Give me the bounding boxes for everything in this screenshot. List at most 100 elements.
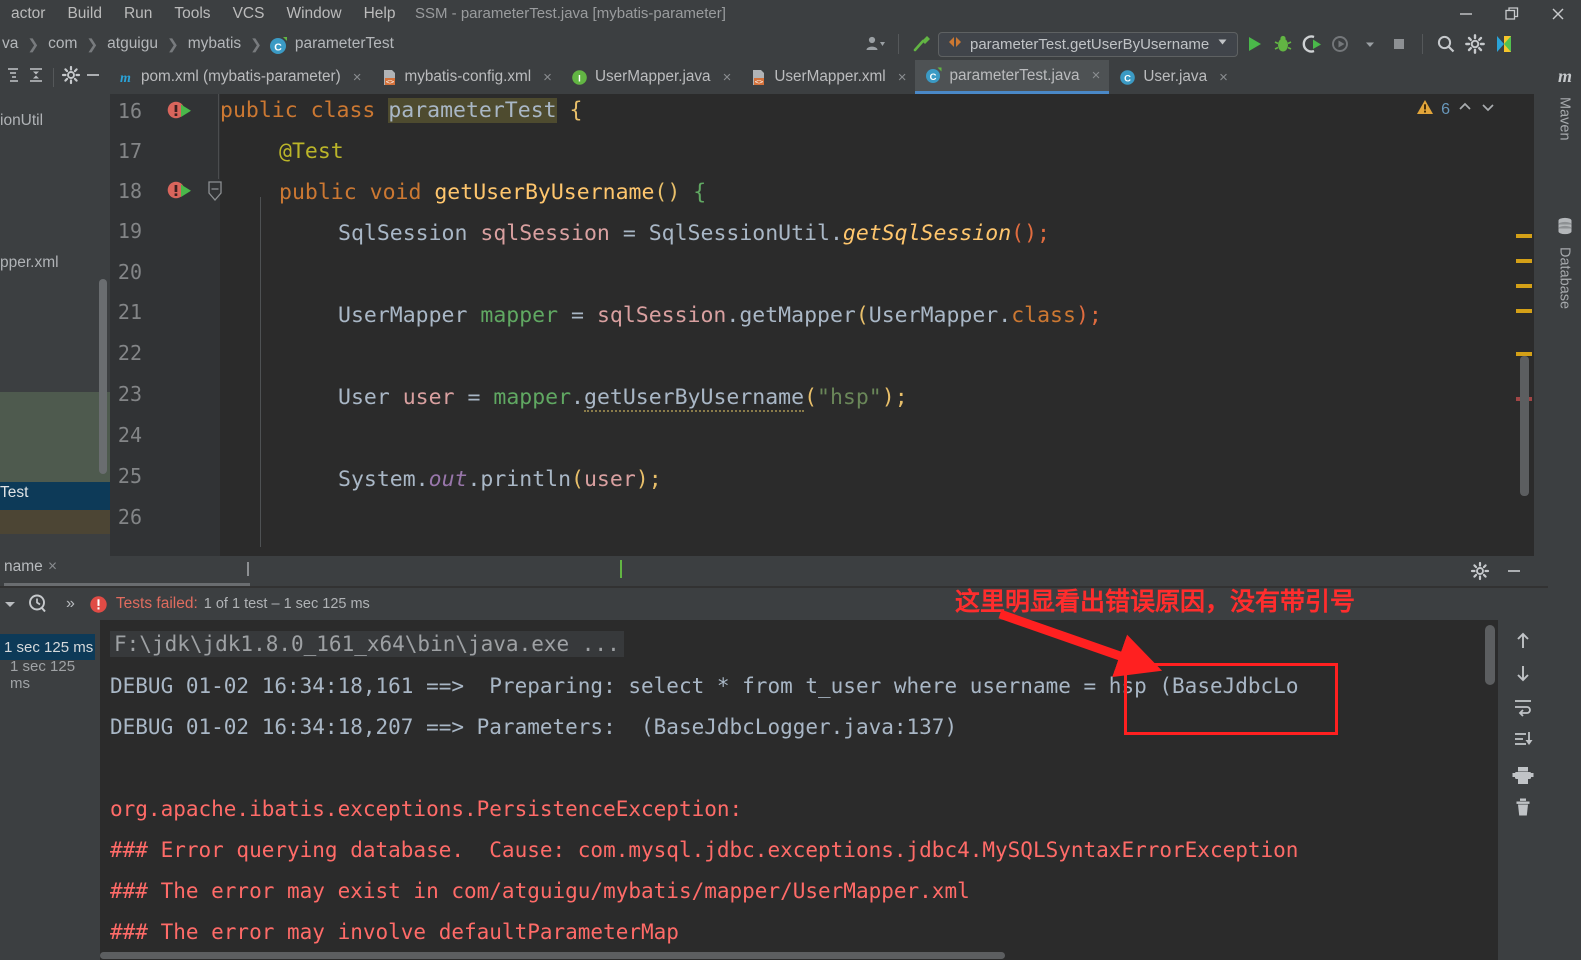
gear-icon[interactable] — [1462, 31, 1488, 57]
warning-marker[interactable] — [1516, 284, 1532, 288]
warning-marker[interactable] — [1516, 259, 1532, 263]
test-results-tree[interactable]: 1 sec 125 ms 1 sec 125 ms — [0, 620, 95, 692]
method-getuserbyusername: getUserByUsername — [434, 180, 655, 205]
gear-icon[interactable] — [61, 65, 81, 90]
close-icon[interactable]: × — [353, 69, 362, 86]
right-tool-window-bar[interactable]: m Maven Database — [1548, 60, 1581, 960]
menu-item-refactor[interactable]: actor — [0, 3, 56, 25]
project-tree-panel[interactable]: ionUtil pper.xml Test — [0, 94, 110, 556]
console-side-toolbar[interactable] — [1498, 620, 1548, 960]
minimize-icon[interactable] — [1443, 0, 1489, 28]
java-test-class-icon: C — [925, 67, 942, 84]
editor-tab-parametertest-java[interactable]: C parameterTest.java × — [915, 60, 1110, 94]
tool-window-maven[interactable]: m Maven — [1548, 65, 1581, 141]
console-command-line: F:\jdk\jdk1.8.0_161_x64\bin\java.exe ... — [110, 631, 624, 657]
run-configuration-toolbar[interactable]: parameterTest.getUserByUsername — [862, 28, 1517, 60]
type-usermapper: UserMapper — [338, 303, 468, 328]
code-content[interactable]: public class parameterTest { @Test publi… — [220, 94, 1514, 556]
menu-item-help[interactable]: Help — [353, 3, 407, 25]
close-icon[interactable]: × — [48, 558, 57, 576]
warning-triangle-icon — [1416, 98, 1434, 121]
svg-text:m: m — [1557, 66, 1571, 86]
soft-wrap-icon[interactable] — [1508, 692, 1538, 722]
editor-inspection-status[interactable]: 6 — [1416, 98, 1496, 121]
menu-item-window[interactable]: Window — [275, 3, 352, 25]
profiler-icon[interactable] — [1328, 31, 1354, 57]
tab-toolbar[interactable] — [0, 60, 107, 94]
menu-item-tools[interactable]: Tools — [163, 3, 221, 25]
chevron-up-icon[interactable] — [1457, 99, 1473, 120]
breadcrumb-item-parameterTest[interactable]: parameterTest — [293, 35, 396, 53]
project-scrollbar[interactable] — [99, 279, 107, 474]
delete-trash-icon[interactable] — [1508, 792, 1538, 822]
expand-all-icon[interactable] — [26, 65, 46, 90]
editor-tab-mybatis-config[interactable]: <> mybatis-config.xml × — [371, 60, 561, 94]
menu-item-run[interactable]: Run — [113, 3, 163, 25]
run-panel-tab-label[interactable]: name — [4, 558, 43, 576]
scroll-up-icon[interactable] — [1508, 626, 1538, 656]
operator-eq: = — [622, 221, 636, 246]
collapse-all-icon[interactable] — [4, 65, 24, 90]
editor-tab-usermapper-java[interactable]: I UserMapper.java × — [561, 60, 740, 94]
close-icon[interactable]: × — [898, 69, 907, 86]
console-horizontal-scrollbar[interactable] — [100, 952, 1005, 959]
close-icon[interactable]: × — [1092, 67, 1101, 84]
minimize-icon[interactable] — [1504, 561, 1524, 586]
hammer-build-icon[interactable] — [909, 31, 935, 57]
stop-square-icon[interactable] — [1386, 31, 1412, 57]
console-bottom-scroll-track[interactable] — [100, 950, 1498, 960]
test-tree-row[interactable]: 1 sec 125 ms — [0, 658, 95, 692]
breadcrumb-item-va[interactable]: va — [0, 35, 20, 53]
project-item-usermapper-xml[interactable]: pper.xml — [0, 254, 59, 272]
restore-icon[interactable] — [1489, 0, 1535, 28]
test-history-icon[interactable] — [26, 592, 50, 616]
search-icon[interactable] — [1433, 31, 1459, 57]
run-with-coverage-icon[interactable] — [1299, 31, 1325, 57]
code-editor[interactable]: 16 17 18 19 20 21 22 23 24 25 26 public … — [110, 94, 1514, 556]
editor-tab-pom[interactable]: m pom.xml (mybatis-parameter) × — [107, 60, 371, 94]
editor-tab-bar[interactable]: m pom.xml (mybatis-parameter) × <> mybat… — [0, 60, 1581, 94]
editor-marker-bar[interactable] — [1514, 94, 1534, 556]
editor-vertical-scrollbar[interactable] — [1520, 356, 1529, 496]
run-test-failed-icon[interactable] — [166, 99, 200, 123]
method-println: println — [480, 467, 572, 492]
editor-gutter[interactable]: 16 17 18 19 20 21 22 23 24 25 26 — [110, 94, 222, 556]
expand-toolbar-icon[interactable]: » — [66, 595, 75, 613]
hide-icon[interactable] — [83, 65, 103, 90]
test-tree-selected-row[interactable]: 1 sec 125 ms — [0, 634, 95, 660]
tool-window-database[interactable]: Database — [1548, 215, 1581, 309]
menu-item-build[interactable]: Build — [56, 3, 112, 25]
print-icon[interactable] — [1508, 760, 1538, 790]
chevron-down-icon[interactable] — [1216, 35, 1229, 53]
project-item-test[interactable]: Test — [0, 484, 28, 502]
call-tail: ); — [1075, 303, 1102, 328]
close-icon[interactable]: × — [723, 69, 732, 86]
user-profile-icon[interactable] — [862, 31, 888, 57]
window-controls[interactable] — [1443, 0, 1581, 28]
menu-bar[interactable]: actor Build Run Tools VCS Window Help — [0, 3, 406, 25]
close-icon[interactable]: × — [1219, 69, 1228, 86]
breadcrumb-item-com[interactable]: com — [46, 35, 79, 53]
scroll-down-icon[interactable] — [1508, 658, 1538, 688]
menu-item-vcs[interactable]: VCS — [222, 3, 276, 25]
console-vertical-scrollbar[interactable] — [1485, 625, 1495, 685]
idea-logo-icon[interactable] — [1491, 31, 1517, 57]
editor-tab-usermapper-xml[interactable]: <> UserMapper.xml × — [740, 60, 915, 94]
run-test-failed-icon[interactable] — [166, 179, 200, 203]
run-configuration-selector[interactable]: parameterTest.getUserByUsername — [938, 31, 1239, 57]
rerun-dropdown-icon[interactable] — [2, 596, 18, 612]
editor-tab-user-java[interactable]: C User.java × — [1109, 60, 1237, 94]
gear-icon[interactable] — [1470, 561, 1490, 586]
breadcrumb-item-atguigu[interactable]: atguigu — [105, 35, 160, 53]
scroll-to-end-icon[interactable] — [1508, 725, 1538, 755]
run-green-triangle-icon[interactable] — [1241, 31, 1267, 57]
close-icon[interactable]: × — [543, 69, 552, 86]
breadcrumb-item-mybatis[interactable]: mybatis — [186, 35, 243, 53]
project-item-sqlsessionutil[interactable]: ionUtil — [0, 112, 43, 130]
profiler-dropdown-icon[interactable] — [1357, 31, 1383, 57]
debug-bug-icon[interactable] — [1270, 31, 1296, 57]
chevron-down-icon[interactable] — [1480, 99, 1496, 120]
warning-marker[interactable] — [1516, 309, 1532, 313]
warning-marker[interactable] — [1516, 234, 1532, 238]
close-icon[interactable] — [1535, 0, 1581, 28]
